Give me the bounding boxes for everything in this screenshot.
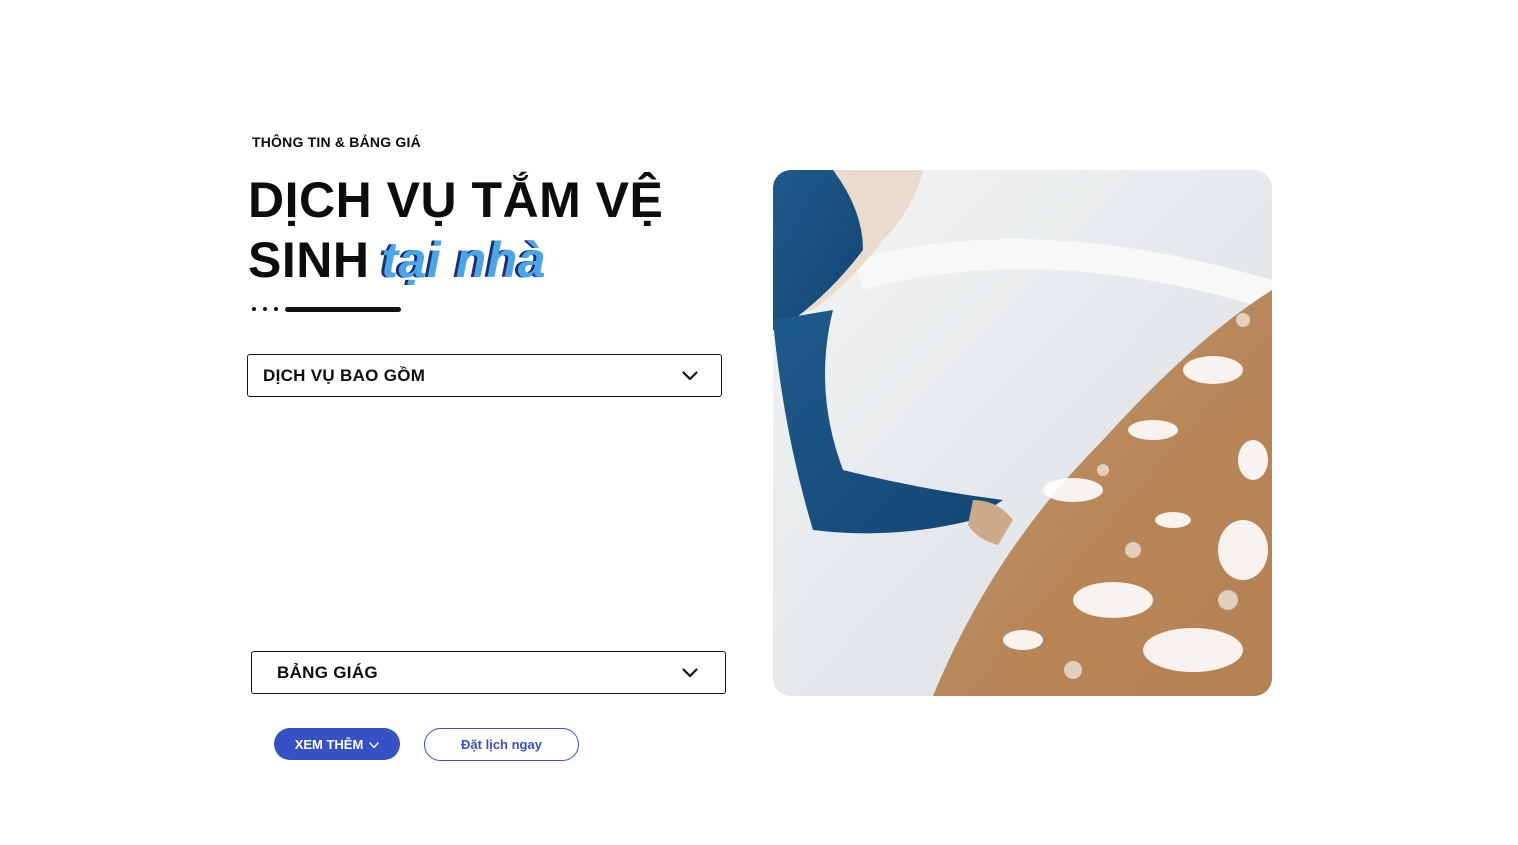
price-accordion[interactable]: BẢNG GIÁG [251,651,726,694]
title-line-2-text: SINH [248,232,370,288]
divider-dot [274,307,278,311]
book-now-button-label: Đặt lịch ngay [461,737,542,752]
title-accent: tại nhà [381,232,547,288]
chevron-down-icon [681,664,699,682]
book-now-button[interactable]: Đặt lịch ngay [424,728,579,761]
title-line-1: DỊCH VỤ TẮM VỆ [248,172,664,228]
price-accordion-label: BẢNG GIÁG [277,662,378,682]
divider-bar [285,307,401,312]
divider-dot [263,307,267,311]
page-title: DỊCH VỤ TẮM VỆ SINH tại nhà [248,170,728,290]
divider-dot [252,307,256,311]
title-line-2: SINH tại nhà [248,230,728,290]
more-button-label: XEM THÊM [294,736,364,752]
chevron-down-icon [681,367,699,385]
dog-bath-photo [773,170,1272,696]
more-button[interactable]: XEM THÊM [274,728,400,760]
services-accordion[interactable]: DỊCH VỤ BAO GỒM [247,354,722,397]
eyebrow-label: THÔNG TIN & BẢNG GIÁ [252,134,421,150]
services-accordion-label: DỊCH VỤ BAO GỒM [263,365,426,385]
chevron-down-icon [369,737,380,752]
title-divider [252,305,412,313]
